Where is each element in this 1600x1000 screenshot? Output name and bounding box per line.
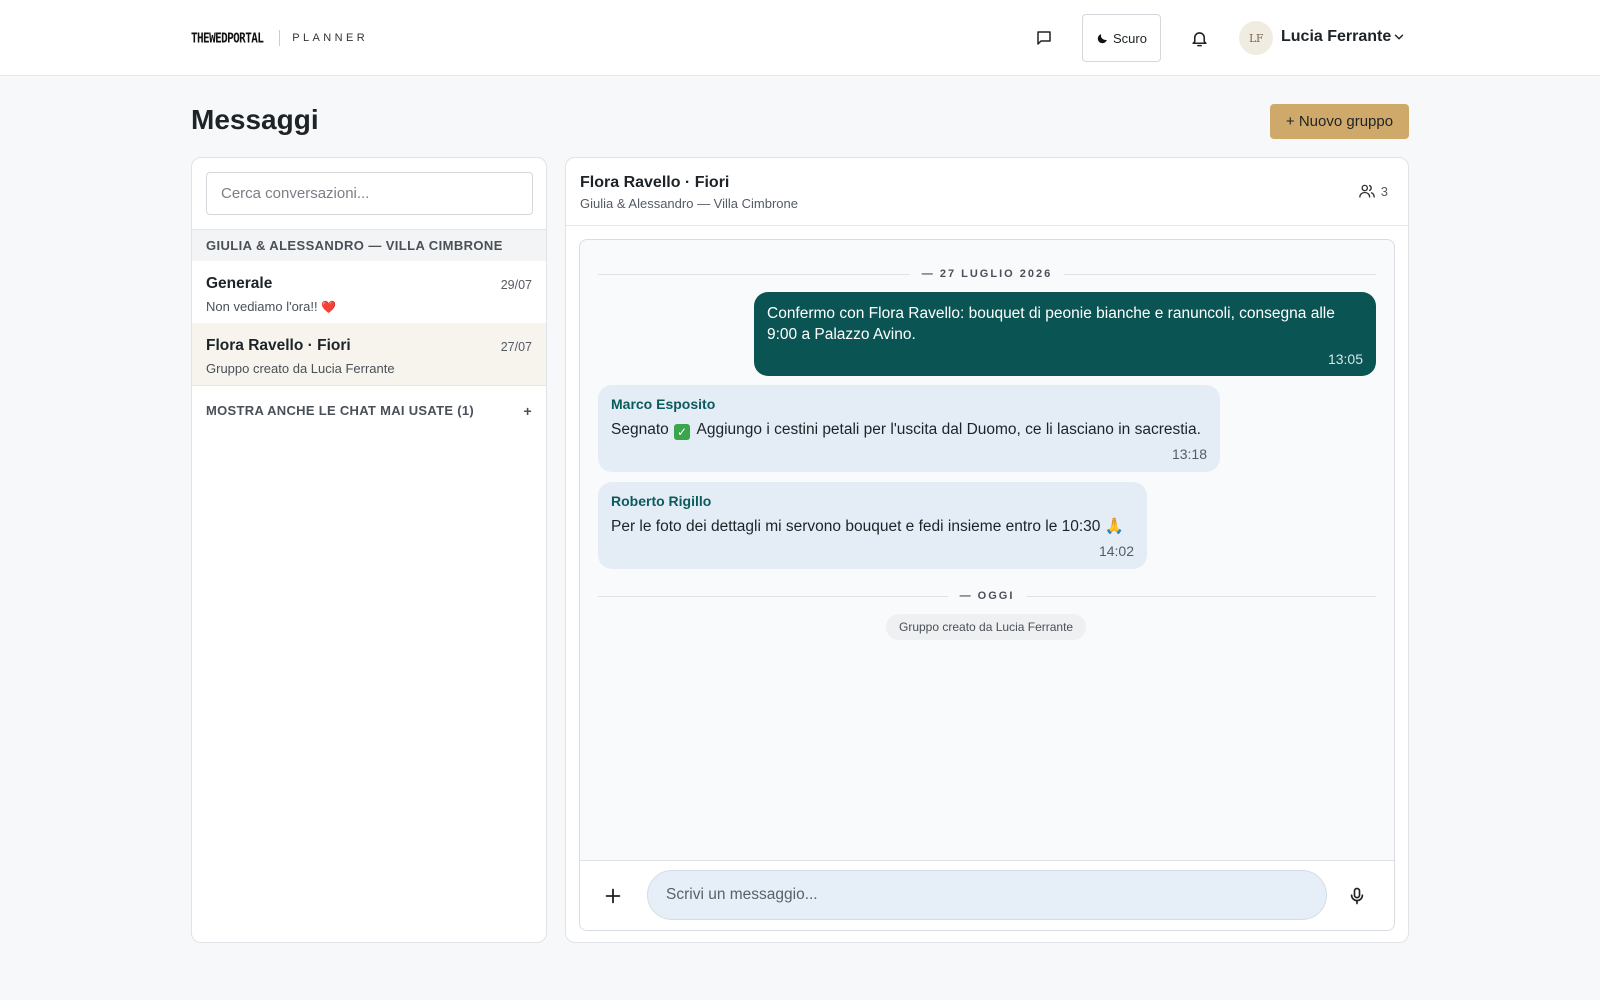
message-sender: Roberto Rigillo: [611, 493, 712, 509]
message-text-body: Per le foto dei dettagli mi servono bouq…: [611, 518, 1101, 535]
conversation-preview: Gruppo creato da Lucia Ferrante: [206, 361, 395, 376]
conversation-group-header: GIULIA & ALESSANDRO — VILLA CIMBRONE: [192, 230, 546, 261]
theme-toggle-button[interactable]: Scuro: [1082, 14, 1161, 62]
bell-icon[interactable]: [1187, 26, 1211, 50]
date-separator-label: — OGGI: [959, 590, 1015, 602]
conversation-date: 29/07: [500, 278, 532, 292]
show-unused-chats-toggle[interactable]: MOSTRA ANCHE LE CHAT MAI USATE (1) +: [192, 385, 546, 435]
search-area: [192, 158, 546, 230]
message-time: 14:02: [1098, 543, 1134, 559]
chat-panel: Flora Ravello · Fiori Giulia & Alessandr…: [565, 157, 1409, 943]
page-title: Messaggi: [191, 104, 319, 135]
message-input[interactable]: [647, 870, 1327, 920]
chat-bubble-icon[interactable]: [1032, 26, 1056, 50]
theme-toggle-label: Scuro: [1113, 30, 1147, 46]
message-time: 13:18: [1171, 446, 1207, 462]
user-avatar[interactable]: LF: [1239, 21, 1273, 55]
logo-product-name: PLANNER: [292, 32, 369, 44]
users-icon: [1358, 182, 1376, 200]
message-text-start: Segnato: [611, 421, 669, 438]
conversation-name: Flora Ravello · Fiori: [206, 337, 351, 354]
user-name[interactable]: Lucia Ferrante: [1281, 28, 1391, 46]
date-separator-label: — 27 LUGLIO 2026: [921, 268, 1053, 280]
plus-icon: +: [523, 402, 532, 419]
message-text: Per le foto dei dettagli mi servono bouq…: [611, 516, 1134, 537]
chevron-down-icon[interactable]: [1392, 30, 1406, 44]
brand-logo[interactable]: THEWEDPORTAL PLANNER: [191, 30, 368, 46]
check-mark-emoji-icon: ✓: [674, 424, 691, 440]
attach-plus-icon[interactable]: [602, 885, 624, 907]
system-message: Gruppo creato da Lucia Ferrante: [886, 614, 1087, 640]
member-count: 3: [1380, 183, 1388, 199]
message-text-end: Aggiungo i cestini petali per l'uscita d…: [696, 421, 1201, 438]
message-sender: Marco Esposito: [611, 396, 716, 412]
conversation-preview-text: Non vediamo l'ora!!: [206, 299, 318, 314]
message-text: Segnato ✓ Aggiungo i cestini petali per …: [611, 419, 1207, 440]
conversation-item-flora-ravello[interactable]: Flora Ravello · Fiori 27/07 Gruppo creat…: [192, 323, 546, 385]
logo-divider: [279, 30, 281, 46]
message-bubble-incoming[interactable]: Marco Esposito Segnato ✓ Aggiungo i cest…: [598, 385, 1220, 472]
conversation-item-generale[interactable]: Generale 29/07 Non vediamo l'ora!! ❤️: [192, 261, 546, 323]
conversation-date: 27/07: [500, 340, 532, 354]
message-bubble-outgoing[interactable]: Confermo con Flora Ravello: bouquet di p…: [754, 292, 1376, 376]
date-separator: — OGGI: [598, 590, 1376, 602]
moon-icon: [1096, 32, 1109, 45]
show-unused-chats-label: MOSTRA ANCHE LE CHAT MAI USATE (1): [206, 403, 475, 418]
message-bubble-incoming[interactable]: Roberto Rigillo Per le foto dei dettagli…: [598, 482, 1147, 569]
message-time: 13:05: [1327, 351, 1363, 367]
message-text: Confermo con Flora Ravello: bouquet di p…: [767, 305, 1335, 343]
members-button[interactable]: 3: [1358, 182, 1388, 200]
logo-wordmark: THEWEDPORTAL: [191, 30, 264, 46]
chat-title: Flora Ravello · Fiori: [580, 174, 730, 191]
conversation-sidebar: GIULIA & ALESSANDRO — VILLA CIMBRONE Gen…: [191, 157, 547, 943]
message-composer: [580, 860, 1394, 930]
heart-emoji-icon: ❤️: [321, 300, 337, 314]
chat-header: Flora Ravello · Fiori Giulia & Alessandr…: [566, 158, 1408, 226]
message-area: — 27 LUGLIO 2026 Confermo con Flora Rave…: [579, 239, 1395, 931]
microphone-icon[interactable]: [1347, 886, 1367, 906]
conversation-preview: Non vediamo l'ora!! ❤️: [206, 299, 532, 314]
top-bar: THEWEDPORTAL PLANNER Scuro LF Lucia Ferr…: [0, 0, 1600, 76]
message-thread[interactable]: — 27 LUGLIO 2026 Confermo con Flora Rave…: [580, 240, 1394, 860]
praying-hands-emoji-icon: 🙏: [1104, 518, 1125, 535]
conversation-name: Generale: [206, 275, 273, 292]
new-group-button[interactable]: + Nuovo gruppo: [1270, 104, 1409, 139]
search-conversations-input[interactable]: [206, 172, 533, 215]
chat-subtitle: Giulia & Alessandro — Villa Cimbrone: [580, 196, 798, 211]
date-separator: — 27 LUGLIO 2026: [598, 268, 1376, 280]
